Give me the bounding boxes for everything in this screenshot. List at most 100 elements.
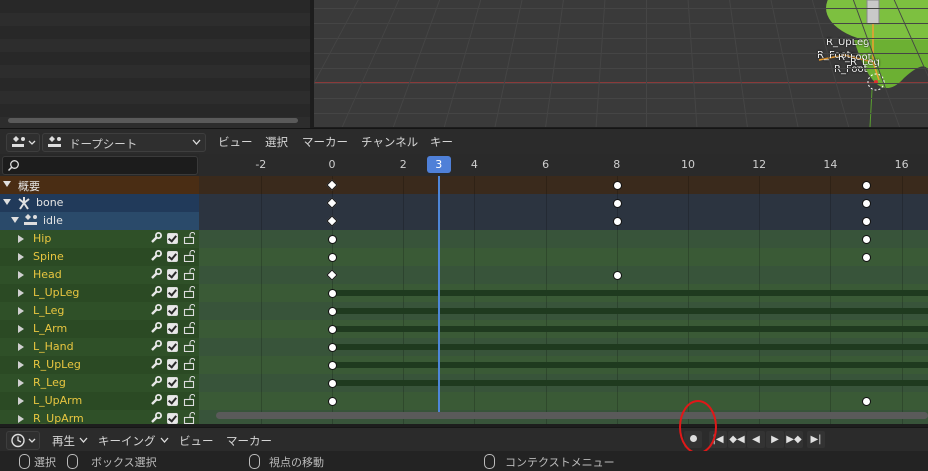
keyframe[interactable] — [328, 289, 337, 298]
keying-menu[interactable]: キーイング — [98, 433, 156, 449]
unlock-icon[interactable] — [183, 412, 195, 424]
expand-icon[interactable] — [18, 397, 24, 405]
unlock-icon[interactable] — [183, 358, 195, 370]
channel-enable-checkbox[interactable] — [167, 233, 178, 244]
channel-l-upleg[interactable]: L_UpLeg — [0, 284, 199, 302]
keyframe-row[interactable] — [199, 266, 928, 284]
current-frame-indicator[interactable]: 3 — [426, 156, 451, 173]
modifier-wrench-icon[interactable] — [150, 394, 162, 406]
unlock-icon[interactable] — [183, 340, 195, 352]
unlock-icon[interactable] — [183, 394, 195, 406]
timeline-marker-menu[interactable]: マーカー — [226, 433, 272, 449]
keyframe[interactable] — [328, 307, 337, 316]
collapse-icon[interactable] — [3, 181, 11, 187]
keyframe[interactable] — [328, 343, 337, 352]
channel-hip[interactable]: Hip — [0, 230, 199, 248]
channel-l-uparm[interactable]: L_UpArm — [0, 392, 199, 410]
timeline-view-menu[interactable]: ビュー — [179, 433, 214, 449]
keyframe[interactable] — [862, 253, 871, 262]
keyframe[interactable] — [612, 271, 622, 280]
channel-bone[interactable]: bone — [0, 194, 199, 212]
keyframe[interactable] — [612, 217, 622, 226]
3d-viewport[interactable]: R_UpLeg R_Foot R_Foot R_Leg R_Foot — [314, 0, 928, 127]
play-reverse-button[interactable]: ◀ — [747, 431, 765, 448]
expand-icon[interactable] — [18, 415, 24, 423]
channel-enable-checkbox[interactable] — [167, 377, 178, 388]
modifier-wrench-icon[interactable] — [150, 268, 162, 280]
menu-channel[interactable]: チャンネル — [361, 134, 418, 150]
channel-r-uparm[interactable]: R_UpArm — [0, 410, 199, 424]
modifier-wrench-icon[interactable] — [150, 340, 162, 352]
channel-spine[interactable]: Spine — [0, 248, 199, 266]
modifier-wrench-icon[interactable] — [150, 376, 162, 388]
keyframe[interactable] — [328, 325, 337, 334]
keyframe[interactable] — [862, 199, 871, 208]
keyframe[interactable] — [612, 181, 622, 190]
channel-enable-checkbox[interactable] — [167, 341, 178, 352]
expand-icon[interactable] — [18, 289, 24, 297]
modifier-wrench-icon[interactable] — [150, 322, 162, 334]
keyframe-row[interactable] — [199, 230, 928, 248]
mode-dropdown[interactable]: ドープシート — [42, 133, 206, 152]
keyframe[interactable] — [328, 253, 337, 262]
channel-search-input[interactable] — [2, 156, 198, 175]
collapse-icon[interactable] — [3, 199, 11, 205]
unlock-icon[interactable] — [183, 268, 195, 280]
editor-type-button[interactable] — [6, 133, 40, 152]
playback-menu[interactable]: 再生 — [52, 433, 75, 449]
channel-r-leg[interactable]: R_Leg — [0, 374, 199, 392]
horizontal-scrollbar[interactable] — [216, 412, 928, 419]
channel-enable-checkbox[interactable] — [167, 287, 178, 298]
expand-icon[interactable] — [18, 343, 24, 351]
keyframe[interactable] — [328, 397, 337, 406]
prev-keyframe-button[interactable]: ◆◀ — [728, 431, 746, 448]
keyframe[interactable] — [612, 199, 622, 208]
expand-icon[interactable] — [18, 271, 24, 279]
channel-idle[interactable]: idle — [0, 212, 199, 230]
unlock-icon[interactable] — [183, 376, 195, 388]
keyframe[interactable] — [862, 217, 871, 226]
keyframe-row[interactable] — [199, 176, 928, 194]
channel-enable-checkbox[interactable] — [167, 251, 178, 262]
channel-enable-checkbox[interactable] — [167, 305, 178, 316]
modifier-wrench-icon[interactable] — [150, 250, 162, 262]
channel--[interactable]: 概要 — [0, 176, 199, 194]
collapse-icon[interactable] — [11, 217, 19, 223]
keyframe[interactable] — [328, 379, 337, 388]
channel-l-hand[interactable]: L_Hand — [0, 338, 199, 356]
menu-select[interactable]: 選択 — [265, 134, 288, 150]
keyframe[interactable] — [862, 181, 871, 190]
menu-view[interactable]: ビュー — [218, 134, 253, 150]
keyframe[interactable] — [328, 235, 337, 244]
expand-icon[interactable] — [18, 235, 24, 243]
keyframe[interactable] — [862, 397, 871, 406]
channel-r-upleg[interactable]: R_UpLeg — [0, 356, 199, 374]
outliner-scrollbar[interactable] — [8, 118, 298, 123]
keyframe[interactable] — [862, 235, 871, 244]
expand-icon[interactable] — [18, 361, 24, 369]
keyframe-row[interactable] — [199, 194, 928, 212]
channel-enable-checkbox[interactable] — [167, 323, 178, 334]
jump-end-button[interactable]: ▶| — [807, 431, 825, 448]
expand-icon[interactable] — [18, 307, 24, 315]
unlock-icon[interactable] — [183, 250, 195, 262]
modifier-wrench-icon[interactable] — [150, 358, 162, 370]
expand-icon[interactable] — [18, 253, 24, 261]
unlock-icon[interactable] — [183, 232, 195, 244]
menu-marker[interactable]: マーカー — [302, 134, 348, 150]
keyframe-row[interactable] — [199, 212, 928, 230]
unlock-icon[interactable] — [183, 304, 195, 316]
keyframe-row[interactable] — [199, 248, 928, 266]
keyframe-area[interactable] — [199, 176, 928, 424]
menu-key[interactable]: キー — [430, 134, 453, 150]
modifier-wrench-icon[interactable] — [150, 304, 162, 316]
unlock-icon[interactable] — [183, 286, 195, 298]
channel-enable-checkbox[interactable] — [167, 359, 178, 370]
channel-enable-checkbox[interactable] — [167, 413, 178, 424]
channel-enable-checkbox[interactable] — [167, 269, 178, 280]
modifier-wrench-icon[interactable] — [150, 286, 162, 298]
channel-head[interactable]: Head — [0, 266, 199, 284]
unlock-icon[interactable] — [183, 322, 195, 334]
channel-l-arm[interactable]: L_Arm — [0, 320, 199, 338]
channel-l-leg[interactable]: L_Leg — [0, 302, 199, 320]
